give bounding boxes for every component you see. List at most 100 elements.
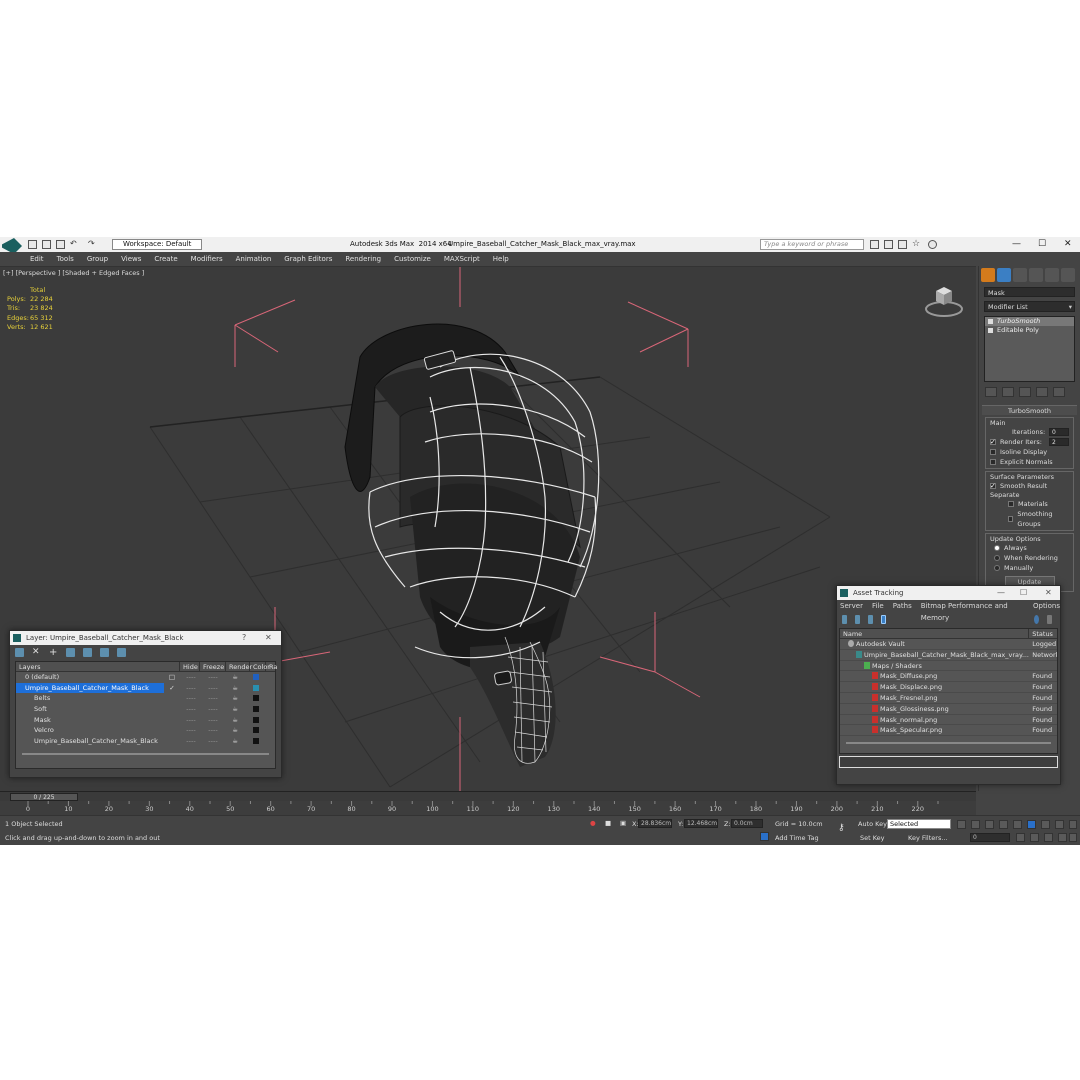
add-time-tag[interactable]: Add Time Tag <box>775 834 819 842</box>
create-tab-icon[interactable] <box>981 268 995 282</box>
utilities-tab-icon[interactable] <box>1061 268 1075 282</box>
pin-stack-icon[interactable] <box>985 387 997 397</box>
smooth-result-checkbox[interactable] <box>990 481 996 491</box>
go-to-start-icon[interactable] <box>957 820 966 829</box>
menu-customize[interactable]: Customize <box>394 252 431 266</box>
binoculars-icon[interactable] <box>870 240 879 249</box>
delete-layer-icon[interactable]: ✕ <box>32 647 41 657</box>
layer-row[interactable]: Umpire_Baseball_Catcher_Mask_Black ---- --… <box>16 736 275 747</box>
layer-color-swatch[interactable] <box>253 738 259 745</box>
maximize-icon[interactable]: ☐ <box>1020 586 1027 600</box>
checkout-icon[interactable] <box>854 614 860 624</box>
iterations-spinner[interactable]: 0 <box>1049 428 1069 436</box>
hierarchy-tab-icon[interactable] <box>1013 268 1027 282</box>
layer-hide-toggle[interactable]: ---- <box>180 736 202 747</box>
smoothing-groups-checkbox[interactable] <box>1008 516 1014 522</box>
layer-active-slot[interactable] <box>164 693 180 704</box>
mask-model[interactable] <box>344 323 600 767</box>
set-key-button[interactable]: Set Key <box>860 834 885 842</box>
list-view-icon[interactable] <box>867 614 873 624</box>
table-view-icon[interactable] <box>880 614 887 624</box>
active-layer-checkmark-icon[interactable]: ✓ <box>164 683 180 694</box>
field-of-view-icon[interactable] <box>1030 833 1039 842</box>
show-end-result-icon[interactable] <box>1002 387 1014 397</box>
communication-icon[interactable] <box>898 240 907 249</box>
asset-row[interactable]: Mask_Diffuse.png Found <box>840 671 1057 683</box>
freeze-all-icon[interactable] <box>117 647 126 657</box>
layer-row[interactable]: Umpire_Baseball_Catcher_Mask_Black ✓ ---- -… <box>16 682 275 694</box>
object-name-field[interactable]: Mask <box>984 287 1075 297</box>
maximize-viewport-icon[interactable] <box>1069 833 1077 842</box>
layer-freeze-toggle[interactable]: ---- <box>202 683 224 694</box>
motion-tab-icon[interactable] <box>1029 268 1043 282</box>
auto-key-button[interactable]: Auto Key <box>858 820 887 828</box>
menu-edit[interactable]: Edit <box>30 252 44 266</box>
layer-freeze-toggle[interactable]: ---- <box>202 725 224 736</box>
display-tab-icon[interactable] <box>1045 268 1059 282</box>
layer-name[interactable]: Velcro <box>16 725 164 736</box>
key-filters-button[interactable]: Key Filters... <box>908 834 948 842</box>
add-layer-icon[interactable]: + <box>49 647 58 657</box>
layer-active-slot[interactable]: □ <box>164 672 180 683</box>
track-bar[interactable]: 0 10 20 30 40 50 60 70 80 90 100 110 120 130 140 150 160… <box>0 801 976 815</box>
layer-color-swatch[interactable] <box>253 695 259 702</box>
layers-icon[interactable] <box>15 647 24 657</box>
z-coordinate-field[interactable]: 0.0cm <box>731 819 763 828</box>
save-file-icon[interactable] <box>56 240 65 249</box>
layer-row[interactable]: Soft ---- ---- ☕ <box>16 704 275 715</box>
stack-item-turbosmooth[interactable]: TurboSmooth <box>985 317 1074 326</box>
close-icon[interactable]: ✕ <box>265 631 272 645</box>
explicit-normals-checkbox[interactable] <box>990 459 996 465</box>
modify-tab-icon[interactable] <box>997 268 1011 282</box>
previous-frame-icon[interactable] <box>971 820 980 829</box>
asset-menu-paths[interactable]: Paths <box>893 600 912 612</box>
layer-hide-toggle[interactable]: ---- <box>180 683 202 694</box>
asset-name-cell[interactable]: Mask_normal.png <box>840 715 1029 725</box>
lock-icon[interactable]: ■ <box>605 819 611 827</box>
render-iters-spinner[interactable]: 2 <box>1049 438 1069 446</box>
layer-color-swatch[interactable] <box>253 706 259 713</box>
layer-row[interactable]: Mask ---- ---- ☕ <box>16 715 275 726</box>
time-slider-track[interactable]: 0 / 225 <box>0 791 976 801</box>
maximize-icon[interactable]: ☐ <box>1038 239 1046 249</box>
redo-icon[interactable]: ↷ <box>88 240 97 249</box>
x-coordinate-field[interactable]: 28.836cm <box>638 819 672 828</box>
when-rendering-radio[interactable] <box>994 555 1000 561</box>
layer-color-swatch[interactable] <box>253 716 259 723</box>
minimize-icon[interactable]: — <box>997 586 1005 600</box>
layer-active-slot[interactable] <box>164 704 180 715</box>
layer-freeze-toggle[interactable]: ---- <box>202 704 224 715</box>
menu-rendering[interactable]: Rendering <box>345 252 381 266</box>
asset-row[interactable]: Mask_normal.png Found <box>840 715 1057 726</box>
layer-hide-toggle[interactable]: ---- <box>180 715 202 726</box>
go-to-end-icon[interactable] <box>1013 820 1022 829</box>
pan-icon[interactable] <box>1044 833 1053 842</box>
time-config-icon[interactable] <box>1016 833 1025 842</box>
asset-row[interactable]: Umpire_Baseball_Catcher_Mask_Black_max_v… <box>840 650 1057 661</box>
layer-hide-toggle[interactable]: ---- <box>180 672 202 683</box>
layer-hide-toggle[interactable]: ---- <box>180 704 202 715</box>
asset-name-cell[interactable]: Mask_Glossiness.png <box>840 704 1029 714</box>
favorites-icon[interactable]: ☆ <box>912 240 921 249</box>
layer-name[interactable]: 0 (default) <box>16 672 164 683</box>
viewport-label[interactable]: [+] [Perspective ] [Shaded + Edged Faces… <box>3 269 144 277</box>
col-status[interactable]: Status <box>1029 629 1057 638</box>
col-name[interactable]: Name <box>840 629 1030 638</box>
play-icon[interactable] <box>985 820 994 829</box>
layer-render-icon[interactable]: ☕ <box>224 704 246 715</box>
asset-name-cell[interactable]: Umpire_Baseball_Catcher_Mask_Black_max_v… <box>840 650 1029 660</box>
col-render[interactable]: Render <box>226 662 252 671</box>
asset-path-field[interactable] <box>839 756 1058 768</box>
refresh-icon[interactable] <box>842 614 847 624</box>
auto-key-dropdown[interactable]: Selected <box>887 819 951 829</box>
turbosmooth-rollout-title[interactable]: TurboSmooth <box>982 405 1077 415</box>
y-coordinate-field[interactable]: 12.468cm <box>684 819 718 828</box>
layer-hide-toggle[interactable]: ---- <box>180 725 202 736</box>
remove-modifier-icon[interactable] <box>1036 387 1048 397</box>
manually-radio[interactable] <box>994 565 1000 571</box>
asset-row[interactable]: Mask_Fresnel.png Found <box>840 693 1057 704</box>
layer-row[interactable]: Belts ---- ---- ☕ <box>16 693 275 704</box>
asset-row[interactable]: Autodesk Vault Logged I <box>840 639 1057 650</box>
layer-name[interactable]: Soft <box>16 704 164 715</box>
layer-render-icon[interactable]: ☕ <box>224 683 246 694</box>
